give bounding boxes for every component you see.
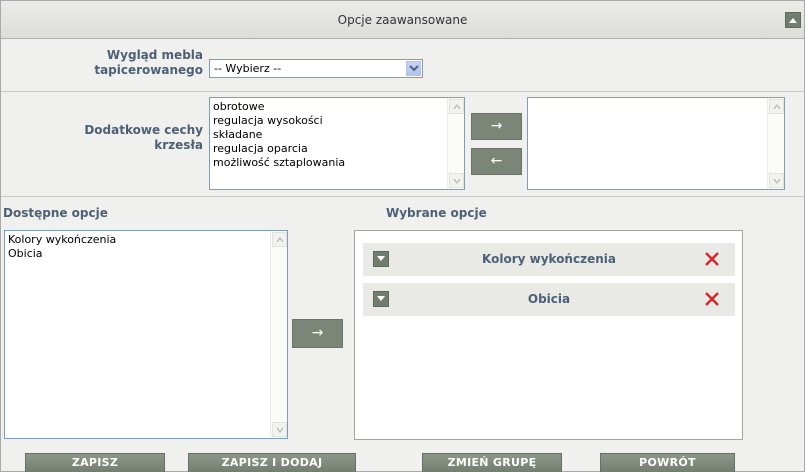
expand-option-button[interactable] bbox=[373, 251, 389, 267]
scroll-up-button[interactable] bbox=[769, 99, 784, 114]
feature-option[interactable]: regulacja oparcia bbox=[213, 142, 464, 156]
options-scrollbar[interactable] bbox=[270, 231, 287, 438]
available-features-list[interactable]: obrotowe regulacja wysokości składane regul… bbox=[209, 97, 465, 190]
appearance-select-value: -- Wybierz -- bbox=[214, 62, 282, 75]
available-options-list[interactable]: Kolory wykończenia Obicia bbox=[4, 230, 288, 439]
option-item[interactable]: Obicia bbox=[8, 247, 287, 261]
add-option-button[interactable]: → bbox=[292, 319, 343, 348]
available-options-items: Kolory wykończenia Obicia bbox=[8, 233, 287, 261]
selected-option-row: Obicia bbox=[363, 283, 735, 316]
selected-option-row: Kolory wykończenia bbox=[363, 243, 735, 276]
back-button[interactable]: POWRÓT bbox=[600, 453, 735, 472]
chevron-down-icon bbox=[453, 178, 461, 184]
remove-feature-button[interactable]: ← bbox=[471, 148, 522, 175]
remove-option-icon[interactable] bbox=[703, 250, 721, 268]
features-label: Dodatkowe cechy krzesła bbox=[84, 123, 203, 152]
chevron-up-icon bbox=[773, 104, 781, 110]
feature-option[interactable]: możliwość sztaplowania bbox=[213, 156, 464, 170]
advanced-options-panel: Opcje zaawansowane Wygląd mebla tapicero… bbox=[0, 0, 805, 472]
chevron-up-icon bbox=[276, 237, 284, 243]
available-features-items: obrotowe regulacja wysokości składane regul… bbox=[213, 100, 464, 170]
appearance-select[interactable]: -- Wybierz -- bbox=[209, 59, 423, 78]
chevron-down-icon bbox=[409, 65, 419, 72]
selected-option-name: Obicia bbox=[527, 292, 571, 306]
save-and-add-similar-button[interactable]: ZAPISZ I DODAJ PODOBNY bbox=[188, 453, 356, 472]
collapse-panel-button[interactable] bbox=[785, 12, 801, 28]
selected-options-box: Kolory wykończenia Obicia bbox=[354, 230, 743, 440]
change-group-button[interactable]: ZMIEŃ GRUPĘ bbox=[422, 453, 562, 472]
scroll-down-button[interactable] bbox=[769, 173, 784, 188]
appearance-row: Wygląd mebla tapicerowanego -- Wybierz -… bbox=[1, 40, 804, 92]
chevron-down-icon bbox=[377, 296, 385, 301]
scroll-down-button[interactable] bbox=[449, 173, 464, 188]
features-row: Dodatkowe cechy krzesła obrotowe regulacj… bbox=[1, 93, 804, 197]
select-dropdown-button[interactable] bbox=[406, 61, 421, 76]
selected-options-label: Wybrane opcje bbox=[386, 206, 487, 220]
option-item[interactable]: Kolory wykończenia bbox=[8, 233, 287, 247]
chevron-up-icon bbox=[789, 18, 797, 23]
expand-option-button[interactable] bbox=[373, 291, 389, 307]
panel-title: Opcje zaawansowane bbox=[337, 13, 468, 27]
scroll-down-button[interactable] bbox=[272, 422, 287, 437]
scroll-up-button[interactable] bbox=[449, 99, 464, 114]
chosen-features-list[interactable] bbox=[527, 97, 785, 190]
chosen-features-scrollbar[interactable] bbox=[767, 98, 784, 189]
panel-header: Opcje zaawansowane bbox=[1, 1, 804, 39]
chevron-down-icon bbox=[773, 178, 781, 184]
features-scrollbar[interactable] bbox=[447, 98, 464, 189]
feature-option[interactable]: składane bbox=[213, 128, 464, 142]
save-button[interactable]: ZAPISZ bbox=[25, 453, 165, 472]
chevron-down-icon bbox=[377, 256, 385, 261]
remove-option-icon[interactable] bbox=[703, 290, 721, 308]
available-options-label: Dostępne opcje bbox=[3, 206, 108, 220]
feature-option[interactable]: obrotowe bbox=[213, 100, 464, 114]
appearance-label: Wygląd mebla tapicerowanego bbox=[94, 48, 203, 77]
add-feature-button[interactable]: → bbox=[471, 113, 522, 140]
chevron-down-icon bbox=[276, 427, 284, 433]
selected-option-name: Kolory wykończenia bbox=[482, 252, 616, 266]
chevron-up-icon bbox=[453, 104, 461, 110]
feature-option[interactable]: regulacja wysokości bbox=[213, 114, 464, 128]
footer-actions: ZAPISZ ZAPISZ I DODAJ PODOBNY ZMIEŃ GRUP… bbox=[1, 453, 804, 472]
scroll-up-button[interactable] bbox=[272, 232, 287, 247]
